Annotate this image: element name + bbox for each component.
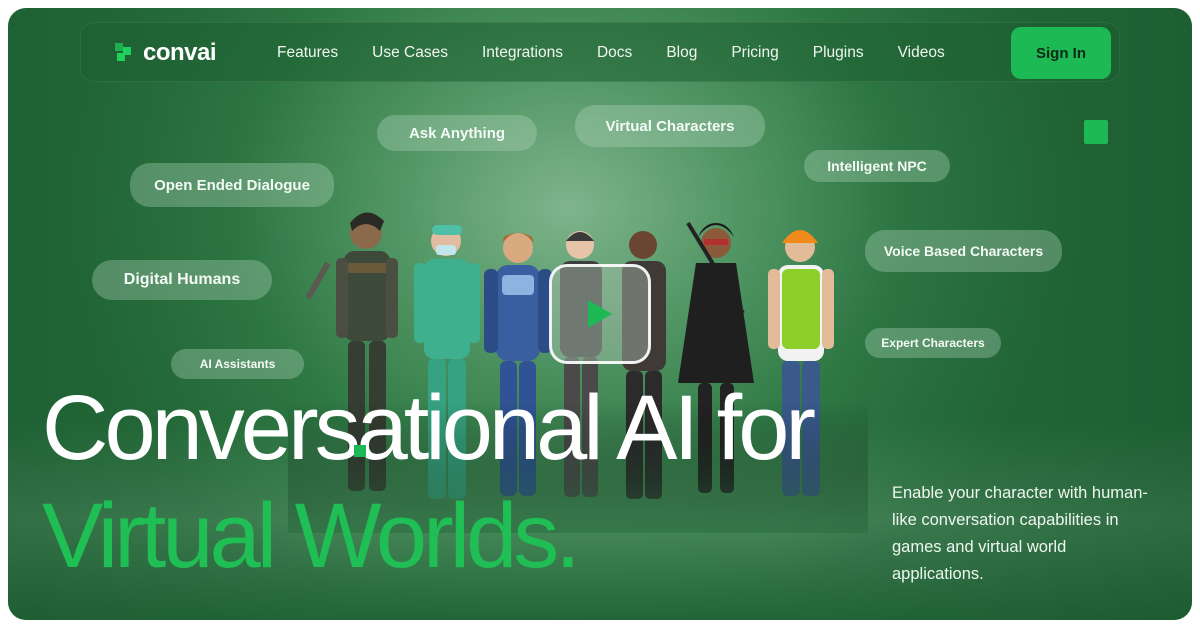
nav-integrations[interactable]: Integrations [482,44,563,62]
nav-pricing[interactable]: Pricing [731,44,778,62]
hero-description: Enable your character with human-like co… [892,484,1148,583]
virtual-characters-illustration [288,203,868,533]
nav-docs[interactable]: Docs [597,44,632,62]
tag-digital-humans: Digital Humans [92,260,272,300]
play-icon [588,300,612,328]
convai-logo[interactable]: convai [115,39,217,67]
tag-intelligent-npc: Intelligent NPC [804,150,950,182]
brand-name: convai [143,39,217,66]
nav-use-cases[interactable]: Use Cases [372,44,448,62]
nav-blog[interactable]: Blog [666,44,697,62]
play-video-button[interactable] [549,264,651,364]
nav-videos[interactable]: Videos [898,44,945,62]
sign-in-button[interactable]: Sign In [1011,27,1111,79]
headline-line1: Conversational AI for [42,377,816,479]
nav-plugins[interactable]: Plugins [813,44,864,62]
hero-banner: Ask Anything Virtual Characters Open End… [8,8,1192,620]
tag-ai-assistants: AI Assistants [171,349,304,379]
tag-voice-based-characters: Voice Based Characters [865,230,1062,272]
headline-line2: Virtual Worlds. [42,485,581,587]
nav-features[interactable]: Features [277,44,338,62]
tag-expert-characters: Expert Characters [865,328,1001,358]
nav-links: Features Use Cases Integrations Docs Blo… [277,23,979,83]
tag-virtual-characters: Virtual Characters [575,105,765,147]
headline-dot-accent [354,445,366,457]
convai-logo-icon [115,43,135,63]
tag-ask-anything: Ask Anything [377,115,537,151]
tag-open-ended-dialogue: Open Ended Dialogue [130,163,334,207]
top-navbar: convai Features Use Cases Integrations D… [80,22,1120,82]
decorative-square [1084,120,1108,144]
